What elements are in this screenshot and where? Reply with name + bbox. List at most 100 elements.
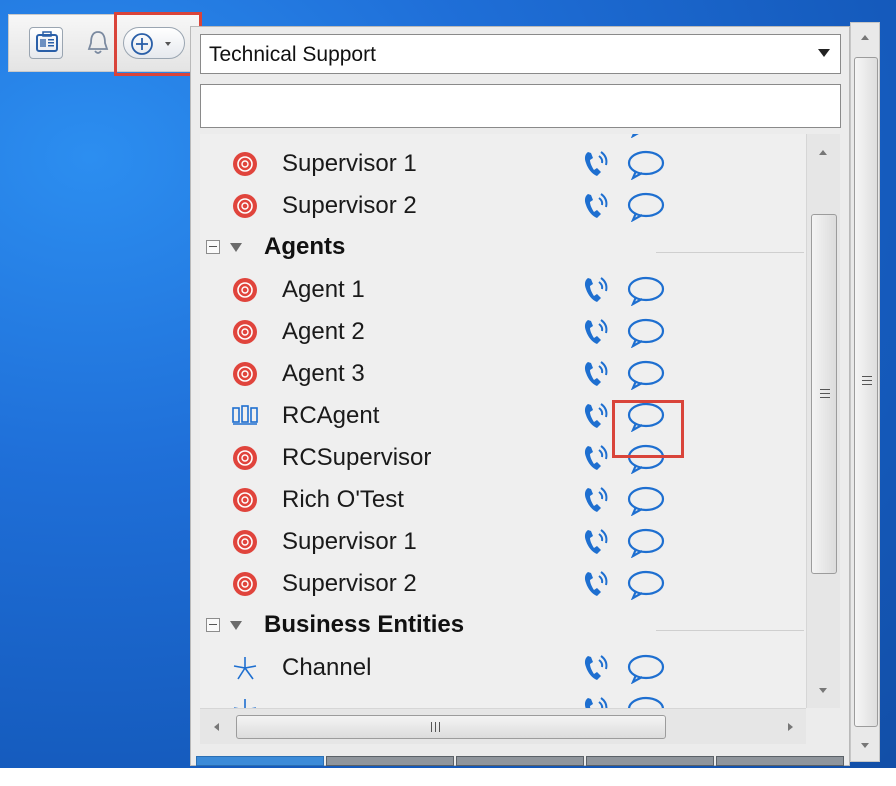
grip-line <box>820 397 830 398</box>
group-header[interactable]: Business Entities <box>200 604 806 646</box>
list-item-label: Supervisor 1 <box>282 528 417 555</box>
list-item[interactable]: Supervisor 2 <box>200 562 806 604</box>
tab-4[interactable] <box>586 756 714 766</box>
list-vertical-scroll-thumb[interactable] <box>811 214 837 574</box>
scroll-right-icon[interactable] <box>788 723 793 731</box>
target-icon <box>230 276 260 304</box>
tab-1[interactable] <box>196 756 324 766</box>
grip-line <box>820 389 830 390</box>
chat-icon[interactable] <box>624 696 668 708</box>
scroll-down-icon[interactable] <box>861 743 869 748</box>
target-icon <box>230 134 260 136</box>
queue-select[interactable]: Technical Support <box>200 34 841 74</box>
phone-icon[interactable] <box>580 316 612 348</box>
chevron-down-icon <box>818 49 830 57</box>
chat-icon[interactable] <box>624 402 668 433</box>
list-item[interactable]: Supervisor 1 <box>200 520 806 562</box>
chat-icon[interactable] <box>624 318 668 349</box>
list-item-label: Agent 3 <box>282 360 365 387</box>
chat-icon[interactable] <box>624 134 668 139</box>
chat-icon[interactable] <box>624 486 668 517</box>
chat-icon[interactable] <box>624 150 668 181</box>
tab-2[interactable] <box>326 756 454 766</box>
search-input[interactable] <box>201 85 840 127</box>
phone-icon[interactable] <box>580 442 612 474</box>
list-item[interactable]: Supervisor 1 <box>200 142 806 184</box>
bottom-tab-strip <box>196 756 846 768</box>
list-horizontal-scroll-thumb[interactable] <box>236 715 666 739</box>
panel-vertical-scrollbar[interactable] <box>850 22 880 762</box>
list-item-label: Supervisor 2 <box>282 570 417 597</box>
list-item[interactable] <box>200 688 806 708</box>
list-item[interactable]: Agent 2 <box>200 310 806 352</box>
list-item[interactable]: RCSupervisor <box>200 134 806 142</box>
group-header[interactable]: Agents <box>200 226 806 268</box>
search-field[interactable] <box>200 84 841 128</box>
list-item[interactable]: Agent 3 <box>200 352 806 394</box>
triangle-down-icon[interactable] <box>230 243 242 252</box>
phone-icon[interactable] <box>580 400 612 432</box>
tab-3[interactable] <box>456 756 584 766</box>
directory-list[interactable]: RCSupervisor Supervisor 1 Supervisor 2 Agen… <box>200 134 806 708</box>
phone-icon[interactable] <box>580 148 612 180</box>
chat-icon[interactable] <box>624 654 668 685</box>
grip-line <box>439 722 440 732</box>
phone-icon[interactable] <box>580 526 612 558</box>
grip-line <box>862 376 872 377</box>
queue-select-value: Technical Support <box>209 43 376 66</box>
list-item-label: Supervisor 1 <box>282 150 417 177</box>
list-horizontal-scrollbar[interactable] <box>200 708 806 744</box>
phone-icon[interactable] <box>580 274 612 306</box>
target-icon <box>230 486 260 514</box>
chat-icon[interactable] <box>624 444 668 475</box>
chat-icon[interactable] <box>624 276 668 307</box>
phone-icon[interactable] <box>580 190 612 222</box>
triangle-down-icon[interactable] <box>230 621 242 630</box>
tab-5[interactable] <box>716 756 844 766</box>
list-item-label: RCSupervisor <box>282 134 431 136</box>
list-item[interactable]: Agent 1 <box>200 268 806 310</box>
contact-card-button[interactable] <box>29 27 63 59</box>
panel-vertical-scroll-thumb[interactable] <box>854 57 878 727</box>
desktop-bottom-strip <box>0 768 896 786</box>
chat-icon[interactable] <box>624 360 668 391</box>
scroll-down-icon[interactable] <box>819 688 827 693</box>
phone-icon[interactable] <box>580 694 612 708</box>
channel-icon <box>230 696 260 708</box>
list-item-label: Agent 1 <box>282 276 365 303</box>
grip-line <box>862 384 872 385</box>
list-item[interactable]: Channel <box>200 646 806 688</box>
scroll-up-icon[interactable] <box>861 35 869 40</box>
list-vertical-scrollbar[interactable] <box>806 134 840 708</box>
collapse-toggle-icon[interactable] <box>206 240 220 254</box>
target-icon <box>230 570 260 598</box>
group-label: Agents <box>264 233 346 260</box>
chat-icon[interactable] <box>624 570 668 601</box>
list-item[interactable]: RCAgent <box>200 394 806 436</box>
scroll-left-icon[interactable] <box>214 723 219 731</box>
phone-icon[interactable] <box>580 652 612 684</box>
directory-list-content: RCSupervisor Supervisor 1 Supervisor 2 Agen… <box>200 134 806 708</box>
phone-icon[interactable] <box>580 358 612 390</box>
collapse-toggle-icon[interactable] <box>206 618 220 632</box>
target-icon <box>230 360 260 388</box>
add-menu-button[interactable] <box>123 27 185 59</box>
list-item-label: Rich O'Test <box>282 486 404 513</box>
list-item-label: Supervisor 2 <box>282 192 417 219</box>
phone-icon[interactable] <box>580 568 612 600</box>
notifications-button[interactable] <box>81 27 115 59</box>
target-icon <box>230 444 260 472</box>
toolbar <box>8 14 199 72</box>
group-label: Business Entities <box>264 611 465 638</box>
list-item[interactable]: RCSupervisor <box>200 436 806 478</box>
list-item[interactable]: Supervisor 2 <box>200 184 806 226</box>
scroll-up-icon[interactable] <box>819 150 827 155</box>
list-item[interactable]: Rich O'Test <box>200 478 806 520</box>
phone-icon[interactable] <box>580 484 612 516</box>
list-item-label: RCAgent <box>282 402 380 429</box>
target-icon <box>230 318 260 346</box>
chat-icon[interactable] <box>624 528 668 559</box>
chat-icon[interactable] <box>624 192 668 223</box>
phone-icon[interactable] <box>580 134 612 138</box>
channel-icon <box>230 654 260 682</box>
